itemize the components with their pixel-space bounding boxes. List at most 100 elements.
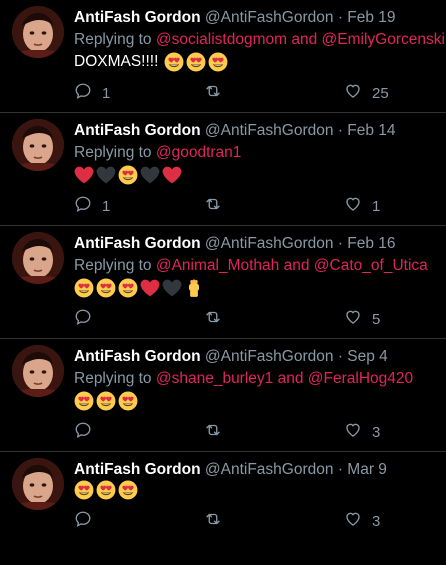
red-heart-emoji (140, 278, 160, 298)
like-button[interactable]: 1 (344, 195, 380, 217)
black-heart-emoji (140, 165, 160, 185)
tweet-item[interactable]: AntiFash Gordon @AntiFashGordon · Feb 14… (0, 113, 446, 226)
like-count: 5 (372, 310, 381, 328)
tweet-item[interactable]: AntiFash Gordon @AntiFashGordon · Sep 4 … (0, 339, 446, 452)
retweet-button[interactable] (204, 195, 232, 217)
replying-to-label: Replying to (74, 144, 152, 161)
tweet-text (74, 164, 436, 186)
replying-to-link[interactable]: @EmilyGorcenski (322, 31, 445, 48)
tweet-date[interactable]: Feb 16 (347, 235, 395, 252)
retweet-button[interactable] (204, 510, 232, 532)
red-heart-emoji (74, 165, 94, 185)
header-separator: · (337, 348, 343, 365)
reply-count: 1 (102, 197, 111, 215)
replying-to: Replying to @socialistdogmom and @EmilyG… (74, 29, 445, 51)
tweet-date[interactable]: Feb 19 (347, 9, 395, 26)
replying-to-conjunction: and (283, 257, 310, 274)
replying-to-link[interactable]: @FeralHog420 (308, 370, 413, 387)
replying-to-link[interactable]: @Cato_of_Utica (314, 257, 428, 274)
avatar[interactable] (12, 232, 64, 284)
like-button[interactable]: 25 (344, 82, 389, 104)
like-icon (344, 82, 362, 104)
like-count: 3 (372, 512, 381, 530)
reply-icon (74, 195, 92, 217)
replying-to-link[interactable]: @goodtran1 (156, 144, 242, 161)
raised-fist-emoji (184, 278, 204, 298)
tweet-date[interactable]: Feb 14 (347, 122, 395, 139)
like-count: 3 (372, 423, 381, 441)
tweet-actions: 1 25 (74, 82, 436, 102)
like-count: 1 (372, 197, 381, 215)
like-button[interactable]: 5 (344, 308, 380, 330)
replying-to-link[interactable]: @socialistdogmom (156, 31, 287, 48)
heart-eyes-emoji (164, 52, 184, 72)
like-icon (344, 195, 362, 217)
retweet-icon (204, 421, 222, 443)
red-heart-emoji (162, 165, 182, 185)
replying-to-link[interactable]: @Animal_Mothah (156, 257, 279, 274)
reply-icon (74, 421, 92, 443)
reply-button[interactable] (74, 421, 102, 443)
reply-button[interactable] (74, 308, 102, 330)
heart-eyes-emoji (118, 480, 138, 500)
tweet-item[interactable]: AntiFash Gordon @AntiFashGordon · Feb 19… (0, 0, 446, 113)
display-name[interactable]: AntiFash Gordon (74, 122, 201, 139)
heart-eyes-emoji (96, 278, 116, 298)
reply-icon (74, 308, 92, 330)
replying-to-conjunction: and (277, 370, 304, 387)
replying-to-conjunction: and (291, 31, 318, 48)
tweet-actions: 5 (74, 308, 436, 328)
retweet-icon (204, 82, 222, 104)
header-separator: · (337, 461, 343, 478)
user-handle[interactable]: @AntiFashGordon (205, 235, 334, 252)
tweet-actions: 3 (74, 510, 436, 530)
reply-button[interactable]: 1 (74, 195, 110, 217)
tweet-text: DOXMAS!!!! (74, 51, 436, 73)
display-name[interactable]: AntiFash Gordon (74, 9, 201, 26)
reply-icon (74, 82, 92, 104)
avatar[interactable] (12, 345, 64, 397)
tweet-actions: 1 1 (74, 195, 436, 215)
avatar[interactable] (12, 458, 64, 510)
heart-eyes-emoji (208, 52, 228, 72)
retweet-button[interactable] (204, 82, 232, 104)
reply-button[interactable]: 1 (74, 82, 110, 104)
display-name[interactable]: AntiFash Gordon (74, 461, 201, 478)
replying-to-label: Replying to (74, 31, 152, 48)
avatar[interactable] (12, 119, 64, 171)
header-separator: · (337, 9, 343, 26)
replying-to-link[interactable]: @shane_burley1 (156, 370, 273, 387)
user-handle[interactable]: @AntiFashGordon (205, 461, 334, 478)
tweet-item[interactable]: AntiFash Gordon @AntiFashGordon · Mar 9 (0, 452, 446, 565)
tweet-feed: AntiFash Gordon @AntiFashGordon · Feb 19… (0, 0, 446, 565)
heart-eyes-emoji (74, 480, 94, 500)
replying-to: Replying to @shane_burley1 and @FeralHog… (74, 368, 436, 390)
retweet-icon (204, 308, 222, 330)
like-button[interactable]: 3 (344, 421, 380, 443)
retweet-icon (204, 510, 222, 532)
retweet-button[interactable] (204, 308, 232, 330)
heart-eyes-emoji (118, 165, 138, 185)
heart-eyes-emoji (74, 391, 94, 411)
user-handle[interactable]: @AntiFashGordon (205, 348, 334, 365)
like-button[interactable]: 3 (344, 510, 380, 532)
retweet-button[interactable] (204, 421, 232, 443)
tweet-header: AntiFash Gordon @AntiFashGordon · Mar 9 (74, 460, 436, 479)
tweet-date[interactable]: Sep 4 (347, 348, 388, 365)
replying-to-label: Replying to (74, 370, 152, 387)
reply-button[interactable] (74, 510, 102, 532)
tweet-actions: 3 (74, 421, 436, 441)
heart-eyes-emoji (96, 480, 116, 500)
display-name[interactable]: AntiFash Gordon (74, 235, 201, 252)
user-handle[interactable]: @AntiFashGordon (205, 122, 334, 139)
replying-to-label: Replying to (74, 257, 152, 274)
header-separator: · (337, 122, 343, 139)
heart-eyes-emoji (96, 391, 116, 411)
display-name[interactable]: AntiFash Gordon (74, 348, 201, 365)
avatar[interactable] (12, 6, 64, 58)
black-heart-emoji (96, 165, 116, 185)
tweet-date[interactable]: Mar 9 (347, 461, 387, 478)
user-handle[interactable]: @AntiFashGordon (205, 9, 334, 26)
tweet-item[interactable]: AntiFash Gordon @AntiFashGordon · Feb 16… (0, 226, 446, 339)
reply-icon (74, 510, 92, 532)
